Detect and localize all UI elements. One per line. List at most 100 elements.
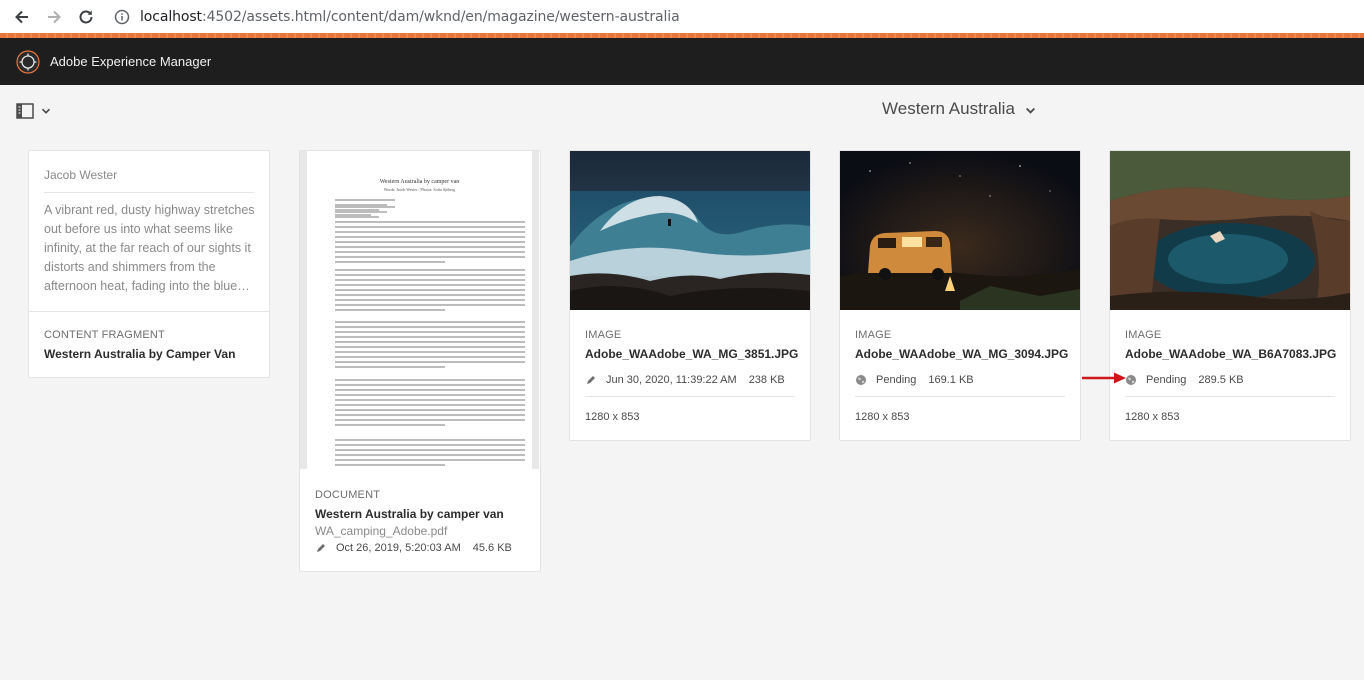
- pdf-text-line: [335, 346, 525, 348]
- url-text: localhost:4502/assets.html/content/dam/w…: [140, 9, 680, 25]
- pdf-text-line: [335, 439, 525, 441]
- pdf-page-preview: Western Australia by camper van Words: J…: [307, 151, 532, 469]
- browser-toolbar: localhost:4502/assets.html/content/dam/w…: [0, 0, 1364, 33]
- pdf-text-line: [335, 231, 525, 233]
- pdf-text-line: [335, 226, 525, 228]
- pdf-text-line: [335, 199, 395, 201]
- modified-date: Oct 26, 2019, 5:20:03 AM: [336, 542, 461, 554]
- modified-date: Jun 30, 2020, 11:39:22 AM: [606, 374, 737, 386]
- globe-icon: [856, 375, 866, 385]
- pdf-page-title: Western Australia by camper van: [379, 179, 460, 185]
- pdf-text-line: [335, 279, 525, 281]
- pdf-text-line: [335, 274, 525, 276]
- divider: [855, 396, 1065, 397]
- annotation-arrow-icon: [1082, 372, 1126, 384]
- address-bar[interactable]: localhost:4502/assets.html/content/dam/w…: [114, 9, 680, 25]
- reload-button[interactable]: [70, 2, 102, 32]
- pdf-text-line: [335, 261, 445, 263]
- arrow-right-icon: [48, 10, 61, 23]
- gorge-pool-image: [1110, 151, 1350, 310]
- pencil-icon: [587, 376, 595, 384]
- forward-button[interactable]: [38, 2, 70, 32]
- pdf-text-line: [335, 309, 445, 311]
- card-type: CONTENT FRAGMENT: [44, 329, 165, 341]
- divider: [29, 311, 269, 312]
- pdf-text-line: [335, 326, 525, 328]
- pdf-text-line: [335, 321, 525, 323]
- card-title: Western Australia by Camper Van: [44, 347, 236, 361]
- publish-status: Pending: [1146, 374, 1187, 386]
- card-title: Adobe_WAAdobe_WA_MG_3094.JPG: [855, 347, 1069, 361]
- image-thumbnail-camper: [840, 151, 1080, 310]
- pdf-text-line: [335, 284, 525, 286]
- image-dimensions: 1280 x 853: [855, 411, 910, 423]
- arrow-left-icon: [15, 10, 28, 23]
- chevron-down-icon: [1025, 107, 1035, 114]
- fragment-excerpt: A vibrant red, dusty highway stretches o…: [44, 203, 255, 293]
- divider: [585, 396, 795, 397]
- url-host: localhost: [140, 8, 202, 25]
- app-title[interactable]: Adobe Experience Manager: [50, 54, 211, 69]
- folder-title-dropdown[interactable]: Western Australia: [882, 99, 1036, 119]
- image-card[interactable]: IMAGE Adobe_WAAdobe_WA_B6A7083.JPG Pendi…: [1109, 150, 1351, 441]
- pdf-text-line: [335, 211, 387, 213]
- aem-header: Adobe Experience Manager: [0, 38, 1364, 85]
- image-card[interactable]: IMAGE Adobe_WAAdobe_WA_MG_3094.JPG Pendi…: [839, 150, 1081, 441]
- pdf-text-line: [335, 289, 525, 291]
- pdf-text-line: [335, 256, 525, 258]
- document-card[interactable]: Western Australia by camper van Words: J…: [299, 150, 541, 572]
- reload-icon: [79, 10, 93, 23]
- document-thumbnail: Western Australia by camper van Words: J…: [300, 151, 539, 469]
- pdf-text-line: [335, 379, 525, 381]
- card-type: IMAGE: [1125, 329, 1162, 341]
- content-fragment-card[interactable]: Jacob Wester A vibrant red, dusty highwa…: [28, 150, 270, 378]
- pdf-text-line: [335, 464, 445, 466]
- pdf-page-byline: Words: Jacob Wester / Photos: Sofia Sjöb…: [383, 187, 456, 192]
- card-title: Adobe_WAAdobe_WA_MG_3851.JPG: [585, 347, 799, 361]
- aem-logo-icon[interactable]: [16, 49, 40, 74]
- chevron-down-icon: [41, 108, 51, 114]
- image-dimensions: 1280 x 853: [585, 411, 640, 423]
- camper-van-night-image: [840, 151, 1080, 310]
- rail-toggle-button[interactable]: [16, 103, 51, 119]
- pdf-text-line: [335, 269, 525, 271]
- pdf-text-line: [335, 389, 525, 391]
- publish-status: Pending: [876, 374, 917, 386]
- back-button[interactable]: [6, 2, 38, 32]
- pdf-text-line: [335, 299, 525, 301]
- info-icon[interactable]: [114, 9, 130, 25]
- folder-title: Western Australia: [882, 99, 1015, 118]
- file-size: 45.6 KB: [472, 542, 512, 554]
- pdf-text-line: [335, 366, 445, 368]
- pdf-text-line: [335, 236, 525, 238]
- pdf-text-line: [335, 356, 525, 358]
- pdf-text-line: [335, 294, 525, 296]
- pdf-text-line: [335, 459, 525, 461]
- card-type: IMAGE: [585, 329, 622, 341]
- pencil-icon: [317, 544, 325, 552]
- url-path: :4502/assets.html/content/dam/wknd/en/ma…: [201, 8, 680, 25]
- card-type: DOCUMENT: [315, 489, 381, 501]
- pdf-text-line: [335, 444, 525, 446]
- side-panel-icon: [16, 103, 34, 119]
- pdf-text-line: [335, 304, 525, 306]
- card-meta-row: Oct 26, 2019, 5:20:03 AM 45.6 KB: [315, 542, 512, 554]
- pdf-text-line: [335, 246, 525, 248]
- pdf-text-line: [335, 221, 525, 223]
- action-bar: Western Australia: [0, 85, 1364, 135]
- pdf-text-line: [335, 384, 525, 386]
- image-dimensions: 1280 x 853: [1125, 411, 1180, 423]
- divider: [44, 192, 254, 193]
- pdf-text-line: [335, 449, 525, 451]
- pdf-text-line: [335, 414, 525, 416]
- file-size: 169.1 KB: [928, 374, 974, 386]
- image-card[interactable]: IMAGE Adobe_WAAdobe_WA_MG_3851.JPG Jun 3…: [569, 150, 811, 441]
- pdf-text-line: [335, 399, 525, 401]
- pdf-text-line: [335, 409, 525, 411]
- surf-wave-image: [570, 151, 810, 310]
- card-meta-row: Pending 169.1 KB: [855, 374, 974, 386]
- document-filename: WA_camping_Adobe.pdf: [315, 524, 448, 538]
- image-thumbnail-gorge: [1110, 151, 1350, 310]
- pdf-text-line: [335, 419, 525, 421]
- card-title: Western Australia by camper van: [315, 507, 504, 521]
